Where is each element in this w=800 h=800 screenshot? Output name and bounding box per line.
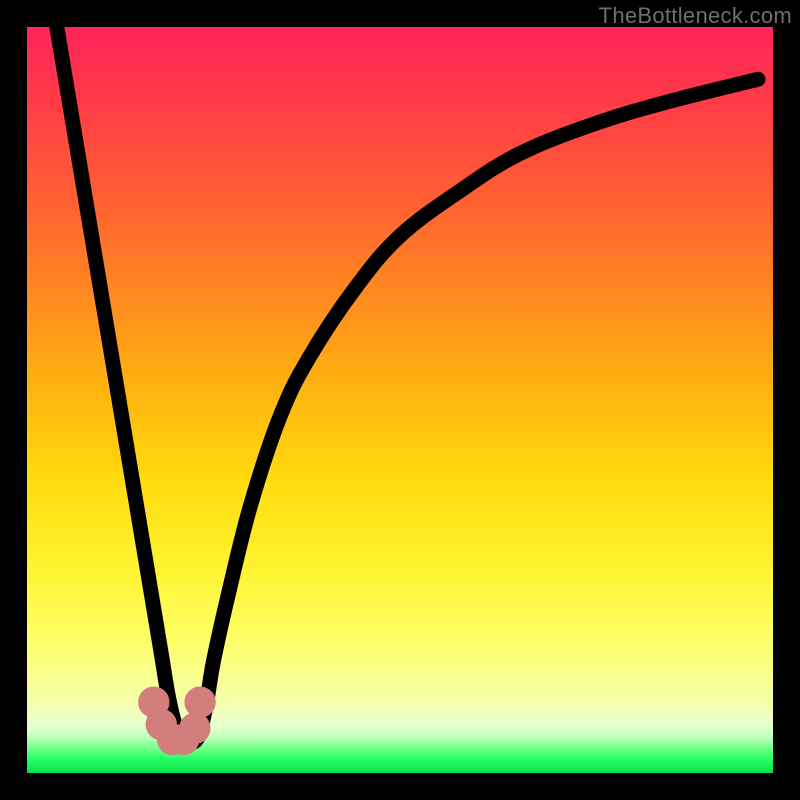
- watermark-text: TheBottleneck.com: [599, 3, 792, 29]
- plot-area: [27, 27, 773, 773]
- bottleneck-curve: [57, 27, 758, 745]
- curve-svg: [27, 27, 773, 773]
- data-marker: [188, 690, 212, 714]
- data-marker: [183, 716, 207, 740]
- chart-frame: TheBottleneck.com: [0, 0, 800, 800]
